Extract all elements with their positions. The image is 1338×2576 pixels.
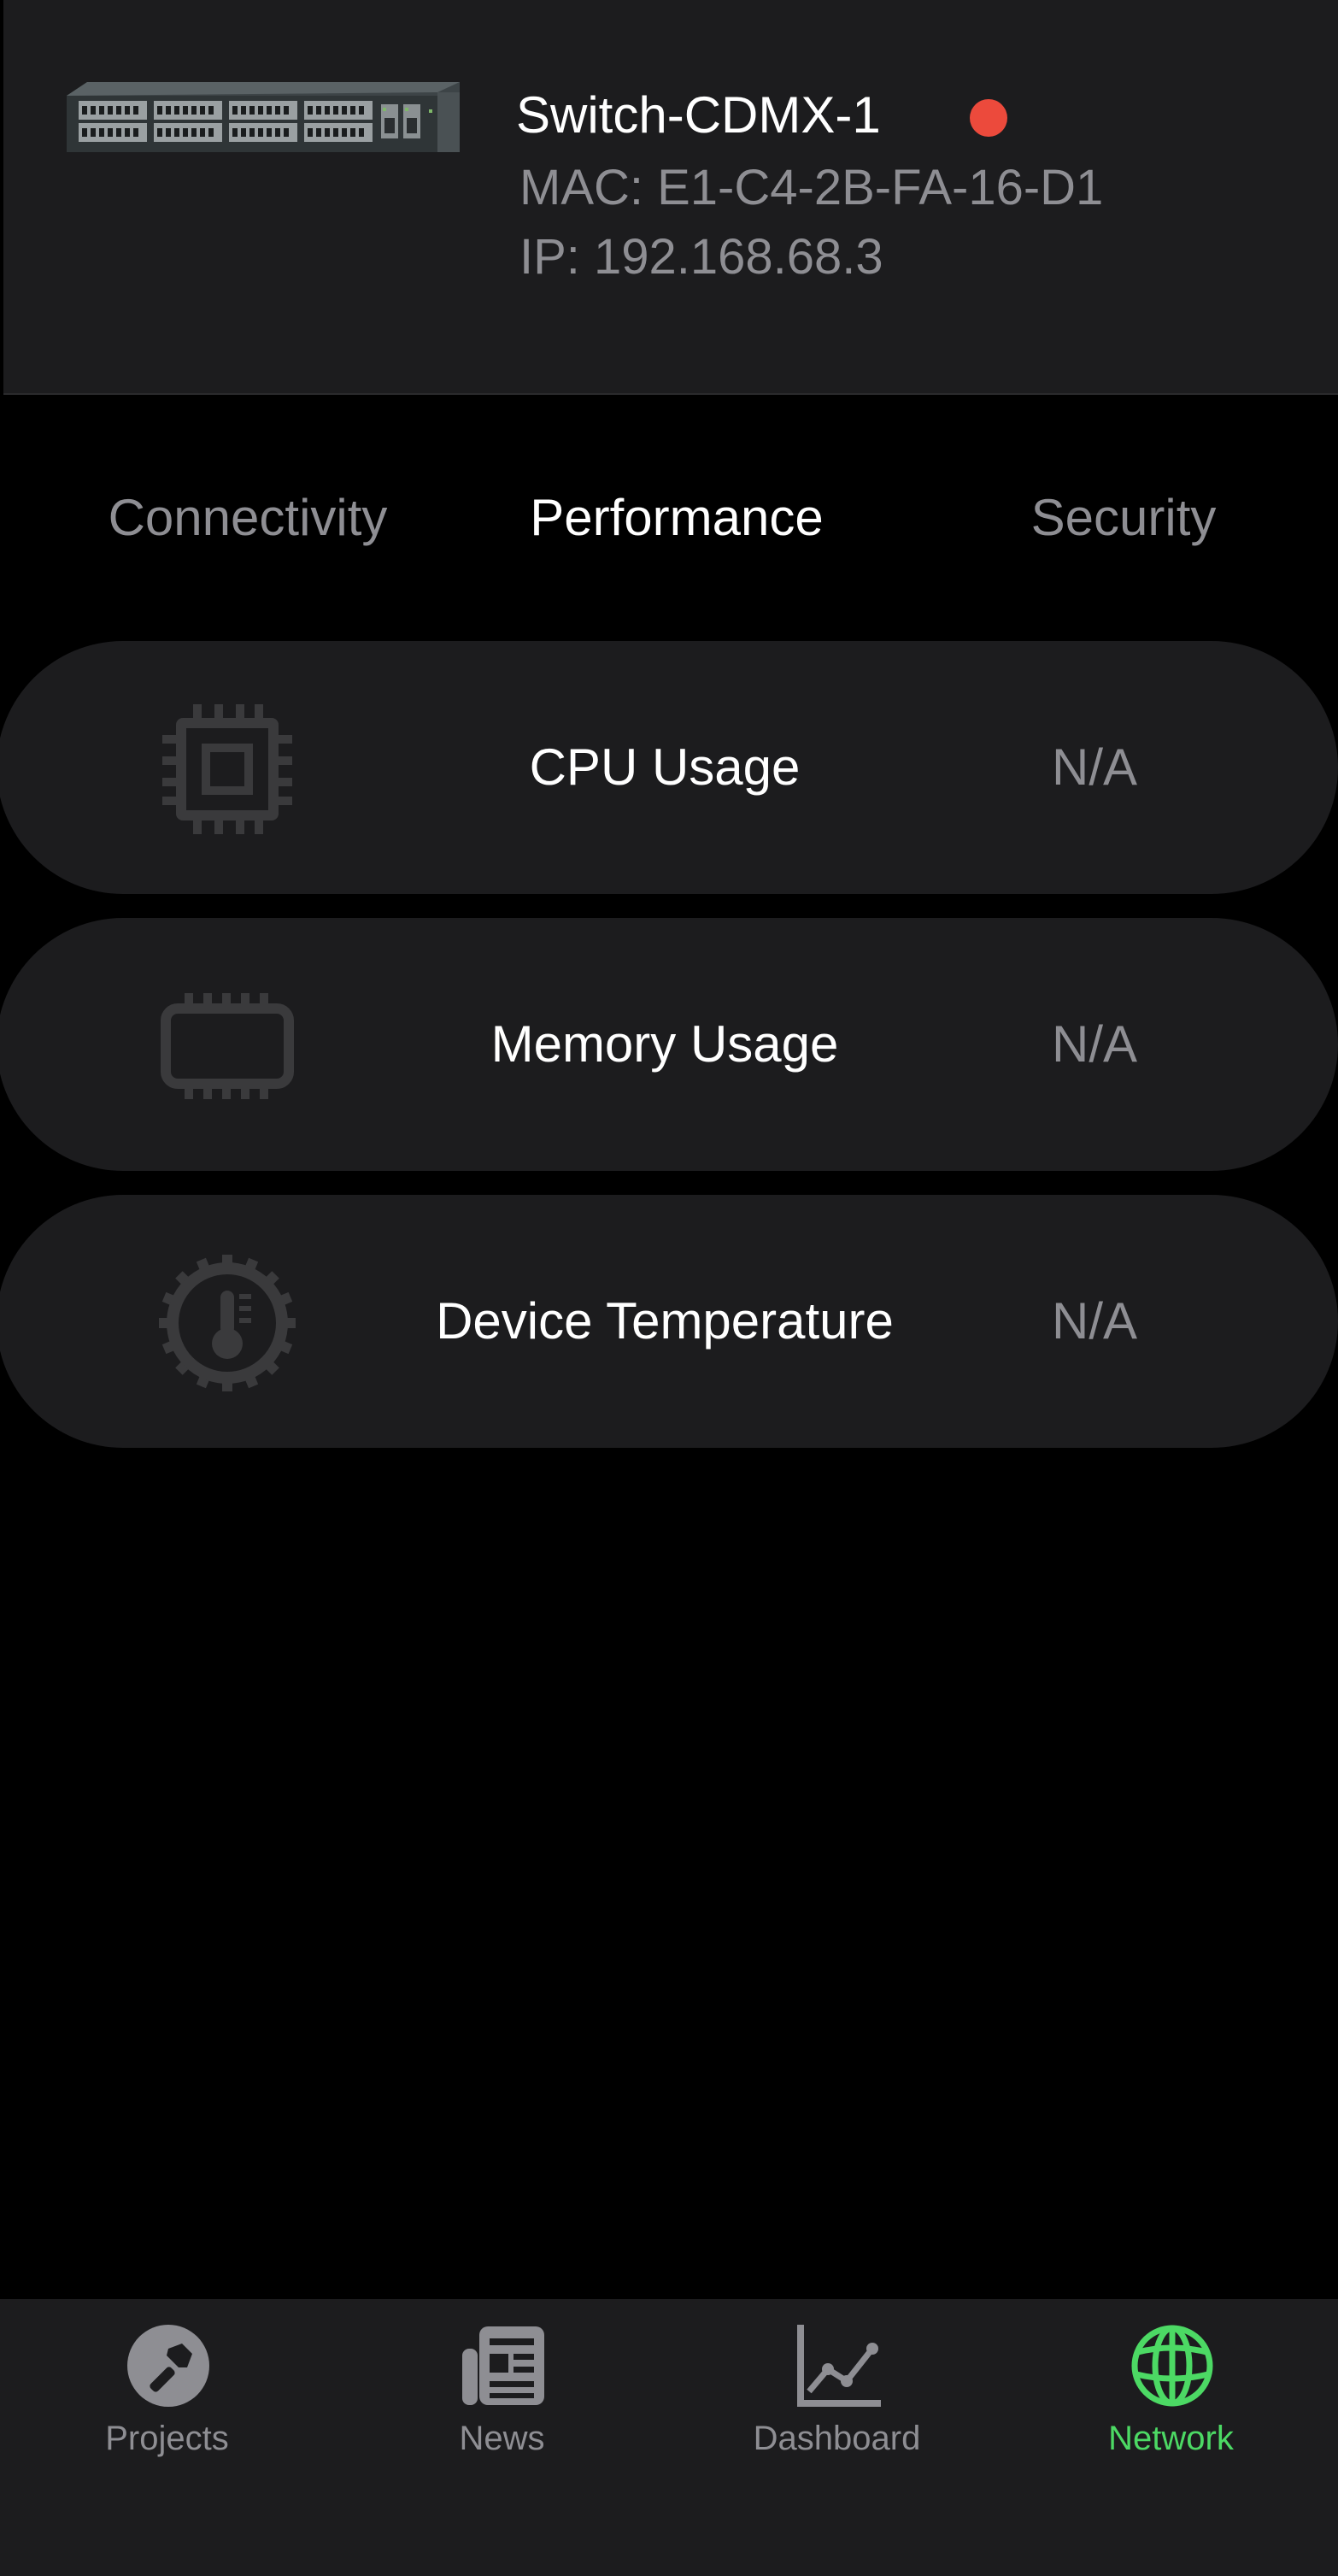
tab-performance[interactable]: Performance <box>506 484 848 552</box>
tab-bar-label: News <box>459 2420 545 2457</box>
tab-bar-projects[interactable]: Projects <box>0 2299 334 2576</box>
device-header: Switch-CDMX-1 MAC: E1-C4-2B-FA-16-D1 IP:… <box>3 0 1338 395</box>
newspaper-icon <box>462 2326 544 2405</box>
device-ip-address: IP: 192.168.68.3 <box>519 229 883 285</box>
tab-bar-news[interactable]: News <box>335 2299 669 2576</box>
page: Switch-CDMX-1 MAC: E1-C4-2B-FA-16-D1 IP:… <box>0 0 1338 2576</box>
tab-bar-label: Network <box>1108 2420 1234 2457</box>
metric-value: N/A <box>1051 738 1138 796</box>
network-switch-image <box>67 82 460 152</box>
metric-label: CPU Usage <box>529 738 801 796</box>
metric-row-memory-usage[interactable]: Memory Usage N/A <box>0 918 1338 1171</box>
metric-value: N/A <box>1051 1015 1138 1073</box>
tab-security[interactable]: Security <box>995 484 1252 552</box>
metric-value: N/A <box>1051 1292 1138 1350</box>
metric-row-cpu-usage[interactable]: CPU Usage N/A <box>0 641 1338 894</box>
memory-icon <box>161 993 294 1099</box>
tab-bar-label: Projects <box>105 2420 229 2457</box>
temperature-icon <box>159 1255 296 1391</box>
metric-label: Device Temperature <box>436 1292 894 1350</box>
tab-bar-network[interactable]: Network <box>1004 2299 1338 2576</box>
tab-bar-label: Dashboard <box>753 2420 921 2457</box>
device-name: Switch-CDMX-1 <box>516 86 881 144</box>
bottom-tab-bar: Projects News Dashboard Network <box>0 2299 1338 2576</box>
cpu-icon <box>162 704 292 834</box>
hammer-icon <box>127 2325 209 2407</box>
metric-label: Memory Usage <box>490 1015 839 1073</box>
tab-connectivity[interactable]: Connectivity <box>77 484 419 552</box>
tab-bar-dashboard[interactable]: Dashboard <box>670 2299 1004 2576</box>
device-mac-address: MAC: E1-C4-2B-FA-16-D1 <box>519 160 1104 215</box>
status-indicator <box>970 99 1007 137</box>
globe-icon <box>1131 2325 1213 2407</box>
metric-row-device-temperature[interactable]: Device Temperature N/A <box>0 1195 1338 1448</box>
chart-icon <box>797 2325 881 2407</box>
